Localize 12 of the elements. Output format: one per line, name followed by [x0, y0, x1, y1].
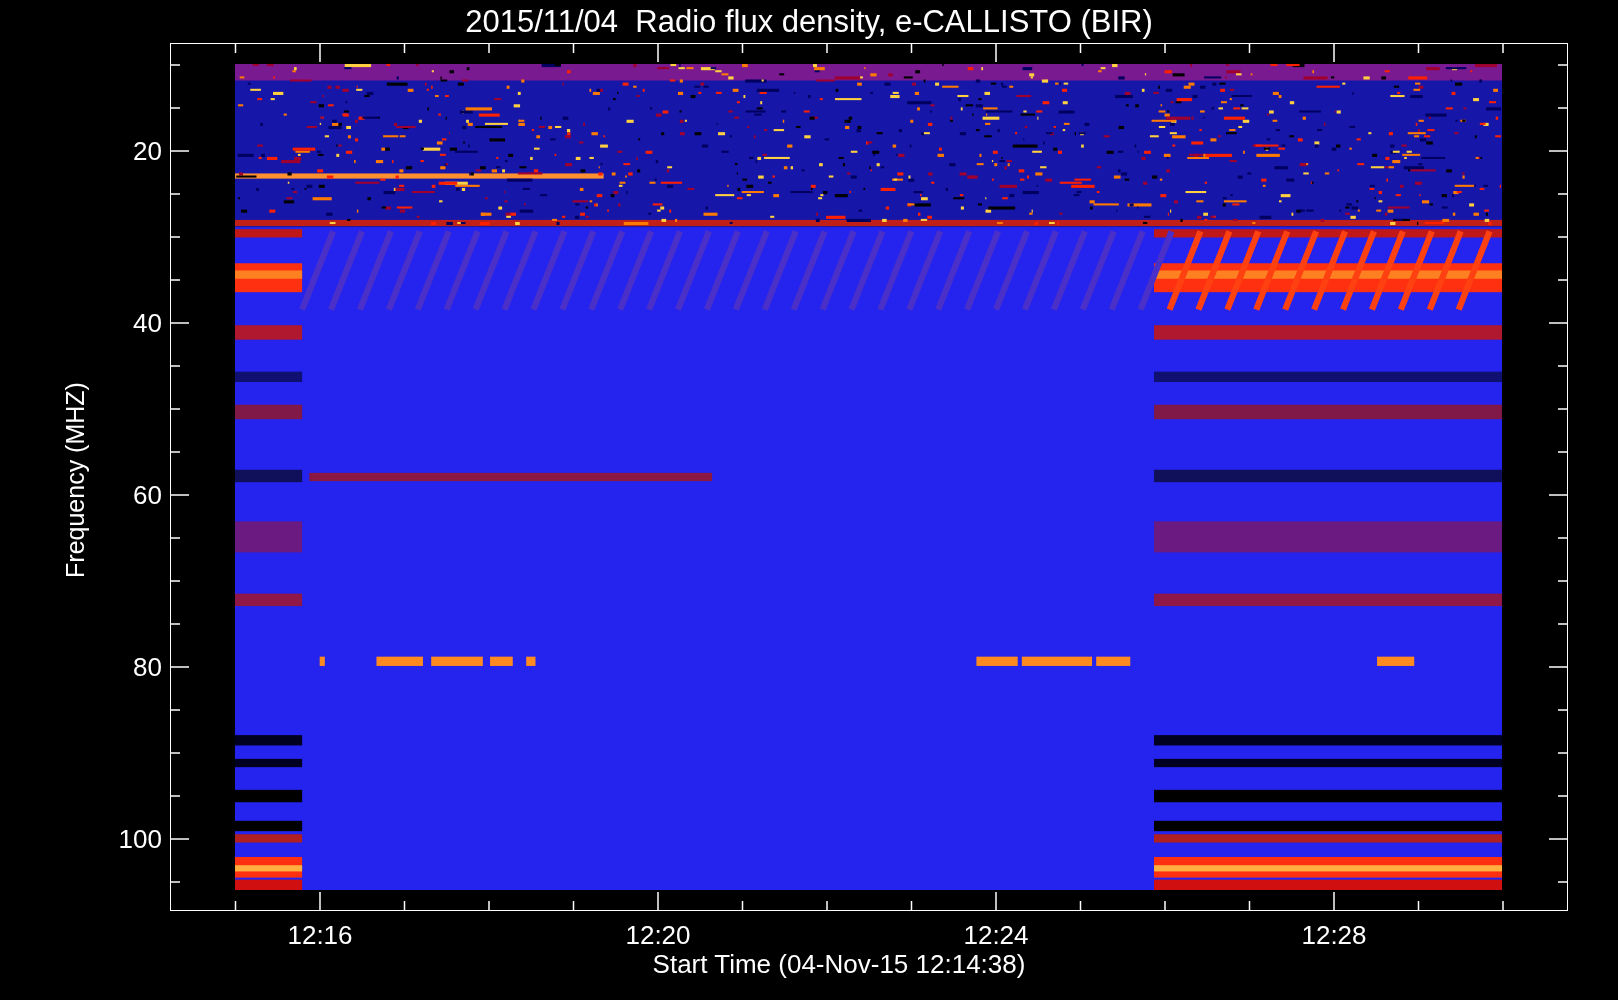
tick-label: 80	[133, 654, 162, 680]
tick-label: 12:24	[963, 922, 1029, 948]
tick-label: 12:20	[625, 922, 691, 948]
axis-label: Start Time (04-Nov-15 12:14:38)	[652, 951, 1026, 977]
chart-title: 2015/11/04 Radio flux density, e-CALLISTO (BIR)	[465, 6, 1153, 37]
tick-label: 40	[133, 310, 162, 336]
tick-label: 20	[133, 138, 162, 164]
axis-label: Frequency (MHZ)	[62, 382, 88, 578]
tick-label: 60	[133, 482, 162, 508]
tick-label: 12:16	[287, 922, 353, 948]
tick-label: 12:28	[1301, 922, 1367, 948]
tick-label: 100	[118, 826, 162, 852]
